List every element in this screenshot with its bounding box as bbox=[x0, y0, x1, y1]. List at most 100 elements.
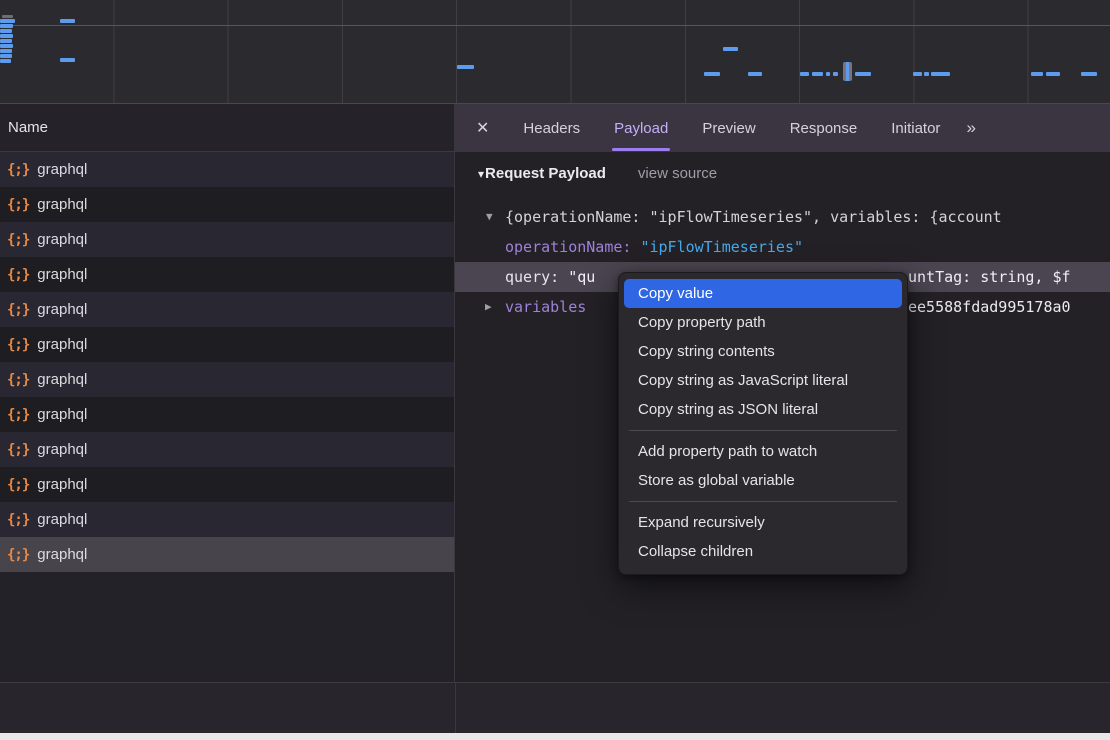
request-row[interactable]: {;} graphql bbox=[0, 257, 454, 292]
request-name: graphql bbox=[37, 301, 87, 318]
root-preview-text: {operationName: "ipFlowTimeseries", vari… bbox=[505, 202, 1002, 232]
waterfall-bar bbox=[1031, 72, 1043, 76]
waterfall-bar bbox=[2, 15, 13, 18]
menu-separator bbox=[629, 430, 897, 431]
request-table: Name {;}graphql{;}graphql{;}graphql{;}gr… bbox=[0, 104, 455, 682]
name-column-label: Name bbox=[8, 119, 48, 136]
waterfall-bar bbox=[833, 72, 838, 76]
request-row[interactable]: {;} graphql bbox=[0, 432, 454, 467]
waterfall-bar bbox=[723, 47, 738, 51]
request-list: {;} graphql {;} graphql {;} graphql {;} graphql… bbox=[0, 152, 454, 572]
request-row[interactable]: {;} graphql bbox=[0, 467, 454, 502]
waterfall-bar bbox=[931, 72, 950, 76]
menu-item-copy-property-path[interactable]: Copy property path bbox=[619, 308, 907, 337]
request-row[interactable]: {;} graphql bbox=[0, 327, 454, 362]
waterfall-bar bbox=[924, 72, 929, 76]
json-braces-icon: {;} bbox=[7, 512, 29, 528]
menu-item-add-property-path-to-watch[interactable]: Add property path to watch bbox=[619, 437, 907, 466]
query-text-right-fragment: untTag: string, $f bbox=[908, 262, 1071, 292]
json-braces-icon: {;} bbox=[7, 477, 29, 493]
request-row[interactable]: {;}graphql bbox=[0, 292, 454, 327]
waterfall-bar bbox=[0, 54, 12, 58]
network-main-area: Name {;}graphql{;}graphql{;}graphql{;}gr… bbox=[0, 104, 1110, 682]
request-row[interactable]: {;}graphql bbox=[0, 222, 454, 257]
menu-item-copy-string-json-literal[interactable]: Copy string as JSON literal bbox=[619, 395, 907, 424]
collapsed-arrow-icon[interactable]: ▶ bbox=[485, 292, 492, 322]
waterfall-bar bbox=[0, 44, 13, 48]
waterfall-bar bbox=[457, 65, 474, 69]
waterfall-bar bbox=[0, 34, 13, 38]
overview-marker bbox=[843, 62, 852, 81]
request-payload-section-header[interactable]: ▾Request Payload view source bbox=[478, 165, 717, 182]
request-name: graphql bbox=[37, 266, 87, 283]
operation-name-row[interactable]: operationName: "ipFlowTimeseries" bbox=[455, 232, 1110, 262]
collapse-triangle-icon: ▾ bbox=[478, 167, 484, 181]
operation-name-text: operationName: "ipFlowTimeseries" bbox=[505, 232, 803, 262]
request-name: graphql bbox=[37, 161, 87, 178]
view-source-link[interactable]: view source bbox=[638, 165, 717, 182]
request-row[interactable]: {;}graphql bbox=[0, 152, 454, 187]
waterfall-bar bbox=[0, 19, 15, 23]
menu-item-copy-value[interactable]: Copy value bbox=[624, 279, 902, 308]
request-name: graphql bbox=[37, 511, 87, 528]
json-braces-icon: {;} bbox=[7, 442, 29, 458]
request-row[interactable]: {;} graphql bbox=[0, 397, 454, 432]
request-row[interactable]: {;} graphql bbox=[0, 537, 454, 572]
json-braces-icon: {;} bbox=[7, 407, 29, 423]
details-tab-bar: ✕ Headers Payload Preview Response Initi… bbox=[455, 104, 1110, 152]
waterfall-bar bbox=[812, 72, 823, 76]
request-name: graphql bbox=[37, 406, 87, 423]
summary-bar bbox=[0, 682, 1110, 733]
waterfall-bar bbox=[60, 19, 75, 23]
tab-headers[interactable]: Headers bbox=[523, 104, 580, 152]
request-name: graphql bbox=[37, 371, 87, 388]
overview-marker-tick bbox=[846, 62, 849, 81]
tab-initiator[interactable]: Initiator bbox=[891, 104, 940, 152]
menu-item-store-as-global-variable[interactable]: Store as global variable bbox=[619, 466, 907, 495]
window-bottom-edge bbox=[0, 733, 1110, 740]
json-braces-icon: {;} bbox=[7, 197, 29, 213]
query-text-left: query: "qu bbox=[505, 262, 595, 292]
waterfall-bar bbox=[913, 72, 922, 76]
request-name: graphql bbox=[37, 231, 87, 248]
request-row[interactable]: {;} graphql bbox=[0, 187, 454, 222]
menu-item-expand-recursively[interactable]: Expand recursively bbox=[619, 508, 907, 537]
payload-root-row[interactable]: ▼ {operationName: "ipFlowTimeseries", va… bbox=[455, 202, 1110, 232]
menu-item-copy-string-js-literal[interactable]: Copy string as JavaScript literal bbox=[619, 366, 907, 395]
request-name: graphql bbox=[37, 336, 87, 353]
json-braces-icon: {;} bbox=[7, 337, 29, 353]
tab-payload[interactable]: Payload bbox=[614, 104, 668, 152]
waterfall-bar bbox=[0, 59, 11, 63]
waterfall-bar bbox=[1046, 72, 1060, 76]
request-row[interactable]: {;} graphql bbox=[0, 362, 454, 397]
request-name: graphql bbox=[37, 546, 87, 563]
network-overview-timeline[interactable] bbox=[0, 0, 1110, 104]
waterfall-bar bbox=[800, 72, 809, 76]
waterfall-bar bbox=[1081, 72, 1097, 76]
waterfall-bar bbox=[704, 72, 720, 76]
waterfall-bar bbox=[0, 24, 13, 28]
waterfall-bar bbox=[60, 58, 75, 62]
menu-item-collapse-children[interactable]: Collapse children bbox=[619, 537, 907, 566]
menu-separator bbox=[629, 501, 897, 502]
waterfall-bar bbox=[855, 72, 871, 76]
expanded-arrow-icon[interactable]: ▼ bbox=[486, 202, 493, 232]
variables-text: variables bbox=[505, 292, 586, 322]
request-name: graphql bbox=[37, 196, 87, 213]
menu-item-copy-string-contents[interactable]: Copy string contents bbox=[619, 337, 907, 366]
close-icon[interactable]: ✕ bbox=[476, 118, 489, 138]
name-column-header[interactable]: Name bbox=[0, 104, 454, 152]
context-menu: Copy value Copy property path Copy strin… bbox=[618, 272, 908, 575]
waterfall-bar bbox=[0, 29, 12, 33]
json-braces-icon: {;} bbox=[7, 372, 29, 388]
json-braces-icon: {;} bbox=[7, 267, 29, 283]
tab-preview[interactable]: Preview bbox=[702, 104, 755, 152]
request-name: graphql bbox=[37, 441, 87, 458]
request-row[interactable]: {;} graphql bbox=[0, 502, 454, 537]
request-name: graphql bbox=[37, 476, 87, 493]
json-braces-icon: {;} bbox=[7, 547, 29, 563]
section-title: Request Payload bbox=[485, 165, 606, 182]
waterfall-bar bbox=[826, 72, 830, 76]
more-tabs-icon[interactable]: » bbox=[966, 118, 973, 138]
tab-response[interactable]: Response bbox=[790, 104, 858, 152]
